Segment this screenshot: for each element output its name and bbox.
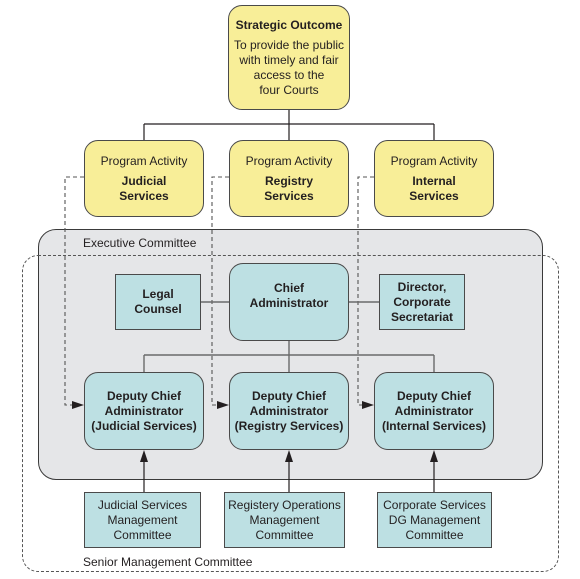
program-activity-internal: Program Activity Internal Services: [374, 140, 494, 217]
director-corporate-secretariat-box: Director, Corporate Secretariat: [379, 274, 465, 330]
arrow-up-internal: [430, 450, 438, 462]
committee-line: Judicial Services: [97, 497, 188, 512]
deputy-line: (Registry Services): [234, 418, 344, 433]
committee-line: Corporate Services: [383, 497, 486, 512]
program-activity-header: Program Activity: [245, 153, 333, 168]
committee-line: DG Management: [388, 512, 481, 527]
program-activity-name-line: Internal: [412, 173, 456, 188]
program-activity-name-line: Services: [119, 188, 169, 203]
legal-counsel-line: Legal: [142, 287, 174, 301]
arrow-to-deputy-internal: [362, 401, 374, 409]
strategic-outcome-title: Strategic Outcome: [235, 17, 343, 32]
strategic-outcome-line-2: with timely and fair: [239, 52, 339, 67]
program-activity-name-line: Services: [264, 188, 314, 203]
strategic-outcome-line-4: four Courts: [259, 82, 319, 97]
strategic-outcome-line-3: access to the: [253, 67, 325, 82]
arrow-up-registry: [285, 450, 293, 462]
committee-line: Committee: [405, 527, 464, 542]
legal-counsel-line: Counsel: [134, 302, 182, 316]
deputy-line: Deputy Chief: [106, 388, 181, 403]
arrow-to-deputy-registry: [217, 401, 229, 409]
committee-line: Registery Operations: [228, 497, 341, 512]
committee-to-deputy-lines: [143, 462, 435, 492]
committee-line: Management: [107, 512, 178, 527]
deputy-chief-administrator-judicial: Deputy Chief Administrator (Judicial Ser…: [84, 372, 204, 450]
judicial-services-management-committee: Judicial Services Management Committee: [84, 492, 201, 548]
chief-administrator-line: Chief: [274, 281, 304, 295]
deputy-line: Administrator: [394, 403, 474, 418]
program-activity-header: Program Activity: [100, 153, 188, 168]
strategic-to-program-lines: [143, 110, 435, 140]
deputy-line: Administrator: [104, 403, 184, 418]
program-activity-name-line: Services: [409, 188, 459, 203]
committee-line: Management: [249, 512, 320, 527]
director-line: Secretariat: [390, 309, 454, 324]
program-activity-registry: Program Activity Registry Services: [229, 140, 349, 217]
registry-operations-management-committee: Registery Operations Management Committe…: [224, 492, 345, 548]
deputy-line: Deputy Chief: [251, 388, 326, 403]
legal-counsel-box: Legal Counsel: [115, 274, 201, 330]
committee-line: Committee: [255, 527, 314, 542]
corporate-services-dg-management-committee: Corporate Services DG Management Committ…: [377, 492, 492, 548]
deputy-chief-administrator-registry: Deputy Chief Administrator (Registry Ser…: [229, 372, 349, 450]
committee-line: Committee: [113, 527, 172, 542]
deputy-line: Administrator: [249, 403, 329, 418]
deputy-line: (Internal Services): [381, 418, 487, 433]
deputy-line: (Judicial Services): [91, 418, 197, 433]
strategic-outcome-line-1: To provide the public: [233, 37, 345, 52]
director-line: Corporate: [393, 294, 451, 309]
program-activity-header: Program Activity: [390, 153, 478, 168]
program-activity-judicial: Program Activity Judicial Services: [84, 140, 204, 217]
chief-administrator-line: Administrator: [249, 296, 329, 310]
deputy-chief-administrator-internal: Deputy Chief Administrator (Internal Ser…: [374, 372, 494, 450]
director-line: Director,: [397, 279, 447, 294]
program-activity-name-line: Registry: [264, 173, 314, 188]
deputy-line: Deputy Chief: [396, 388, 471, 403]
program-activity-name-line: Judicial: [121, 173, 167, 188]
arrow-up-judicial: [140, 450, 148, 462]
chief-administrator-box: Chief Administrator: [229, 263, 349, 341]
arrow-to-deputy-judicial: [72, 401, 84, 409]
strategic-outcome-box: Strategic Outcome To provide the public …: [228, 5, 350, 110]
committee-arrowheads: [140, 450, 438, 462]
